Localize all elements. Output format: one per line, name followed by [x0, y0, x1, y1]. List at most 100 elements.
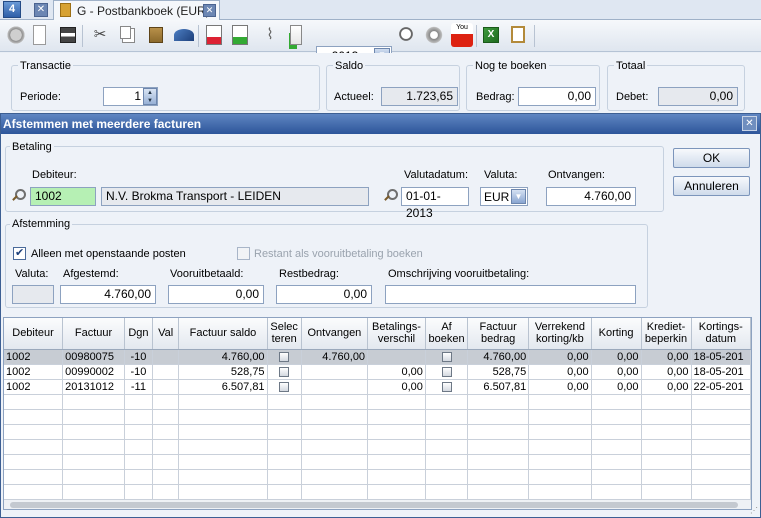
- restant-checkbox[interactable]: [237, 247, 250, 260]
- select-checkbox[interactable]: [279, 381, 290, 392]
- col-header[interactable]: Selec teren: [267, 318, 302, 350]
- ok-button[interactable]: OK: [673, 148, 750, 168]
- debet-value: 0,00: [658, 87, 738, 106]
- cell-krediet: 0,00: [641, 379, 692, 395]
- cell-debiteur: 1002: [4, 364, 64, 380]
- close-tab-icon[interactable]: ✕: [203, 4, 216, 17]
- cell-factuur: 00990002: [62, 364, 125, 380]
- cell-afboeken[interactable]: [425, 349, 469, 365]
- col-header[interactable]: Debiteur: [4, 318, 64, 350]
- header-row: Debiteur Factuur Dgn Val Factuur saldo S…: [4, 318, 751, 350]
- col-header[interactable]: Dgn: [124, 318, 153, 350]
- paste-icon[interactable]: [146, 25, 166, 45]
- cell-afboeken[interactable]: [425, 379, 469, 395]
- empty-row: [4, 484, 751, 500]
- col-header[interactable]: Kortings-datum: [691, 318, 751, 350]
- refresh-icon[interactable]: [174, 25, 194, 45]
- cell-afboeken[interactable]: [425, 364, 469, 380]
- cell-verschil: 0,00: [367, 364, 426, 380]
- col-header[interactable]: Factuur: [62, 318, 125, 350]
- vooruitbetaald-field[interactable]: 0,00: [168, 285, 264, 304]
- debiteur-code-input[interactable]: 1002: [30, 187, 96, 206]
- cell-verrekend: 0,00: [528, 349, 592, 365]
- scrollbar-thumb[interactable]: [10, 502, 738, 508]
- afstemming-title: Afstemming: [10, 218, 73, 230]
- col-header[interactable]: Factuur saldo: [178, 318, 268, 350]
- settings-icon[interactable]: [424, 25, 444, 45]
- col-header[interactable]: Ontvangen: [301, 318, 369, 350]
- select-checkbox[interactable]: [279, 351, 290, 362]
- restant-label: Restant als vooruitbetaling boeken: [254, 248, 423, 260]
- table-row[interactable]: 1002 00990002 -10 528,75 0,00 528,75 0,0…: [4, 364, 751, 380]
- delete-record-icon[interactable]: [204, 25, 224, 45]
- cell-selecteren[interactable]: [267, 379, 302, 395]
- cell-factuur: 20131012: [62, 379, 125, 395]
- afgestemd-label: Afgestemd:: [63, 268, 119, 280]
- clipboard-icon[interactable]: [508, 25, 528, 45]
- cell-verschil: [367, 349, 426, 365]
- cell-selecteren[interactable]: [267, 364, 302, 380]
- calendar-search-icon[interactable]: [383, 189, 398, 203]
- cell-ontvangen[interactable]: [301, 364, 369, 380]
- tab-postbankboek[interactable]: G - Postbankboek (EUR) ✕: [53, 0, 220, 20]
- cell-bedrag: 528,75: [467, 364, 530, 380]
- post-icon[interactable]: [230, 25, 250, 45]
- home-tab-icon[interactable]: 4: [3, 1, 21, 18]
- cell-selecteren[interactable]: [267, 349, 302, 365]
- cell-verrekend: 0,00: [528, 364, 592, 380]
- ontvangen-label: Ontvangen:: [548, 169, 605, 181]
- annuleren-button[interactable]: Annuleren: [673, 176, 750, 196]
- search-debiteur-icon[interactable]: [11, 189, 26, 203]
- print-icon[interactable]: [6, 25, 26, 45]
- col-header[interactable]: Factuur bedrag: [467, 318, 530, 350]
- col-header[interactable]: Val: [152, 318, 180, 350]
- vooruitbetaald-label: Vooruitbetaald:: [170, 268, 244, 280]
- col-header[interactable]: Betalings-verschil: [367, 318, 426, 350]
- cell-saldo: 528,75: [178, 364, 268, 380]
- attach-icon[interactable]: ⌇: [260, 25, 280, 45]
- cell-krediet: 0,00: [641, 349, 692, 365]
- debet-label: Debet:: [616, 91, 649, 103]
- cell-korting: 0,00: [591, 379, 642, 395]
- search-icon[interactable]: [397, 25, 417, 45]
- cell-val: [152, 349, 180, 365]
- chevron-down-icon[interactable]: ▼: [511, 189, 526, 204]
- col-header[interactable]: Krediet-beperkin: [641, 318, 692, 350]
- youtube-icon[interactable]: You: [451, 23, 473, 47]
- horizontal-scrollbar[interactable]: [4, 500, 751, 509]
- add-document-icon[interactable]: [286, 25, 306, 45]
- cell-ontvangen[interactable]: 4.760,00: [301, 349, 369, 365]
- valutadatum-input[interactable]: 01-01-2013: [401, 187, 469, 220]
- valuta-value: EUR: [484, 190, 510, 204]
- afstemming-valuta-label: Valuta:: [15, 268, 49, 280]
- new-document-icon[interactable]: [30, 25, 50, 45]
- periode-spinner[interactable]: ▲ ▼: [143, 88, 157, 105]
- omschrijving-label: Omschrijving vooruitbetaling:: [388, 268, 530, 280]
- afboeken-checkbox[interactable]: [441, 351, 452, 362]
- close-icon[interactable]: ✕: [742, 116, 757, 131]
- table-row[interactable]: 1002 00980075 -10 4.760,00 4.760,00 4.76…: [4, 349, 751, 365]
- open-posts-label: Alleen met openstaande posten: [31, 248, 186, 260]
- afboeken-checkbox[interactable]: [441, 366, 452, 377]
- cell-bedrag: 6.507,81: [467, 379, 530, 395]
- select-checkbox[interactable]: [279, 366, 290, 377]
- open-posts-checkbox[interactable]: [13, 246, 26, 260]
- col-header[interactable]: Verrekend korting/kb: [528, 318, 592, 350]
- valuta-select[interactable]: EUR ▼: [480, 187, 528, 206]
- col-header[interactable]: Af boeken: [425, 318, 469, 350]
- cell-debiteur: 1002: [4, 379, 64, 395]
- omschrijving-input[interactable]: [385, 285, 636, 304]
- excel-icon[interactable]: X: [481, 25, 501, 45]
- ontvangen-input[interactable]: 4.760,00: [546, 187, 636, 206]
- cut-icon[interactable]: ✂: [90, 25, 110, 45]
- cell-ontvangen[interactable]: [301, 379, 369, 395]
- copy-icon[interactable]: [118, 25, 138, 45]
- afboeken-checkbox[interactable]: [441, 381, 452, 392]
- bedrag-input[interactable]: 0,00: [518, 87, 596, 106]
- table-row[interactable]: 1002 20131012 -11 6.507,81 0,00 6.507,81…: [4, 379, 751, 395]
- save-icon[interactable]: [58, 25, 78, 45]
- resize-grip-icon[interactable]: ⋰: [750, 506, 758, 515]
- betaling-title: Betaling: [10, 141, 54, 153]
- close-icon[interactable]: ✕: [34, 3, 48, 17]
- col-header[interactable]: Korting: [591, 318, 642, 350]
